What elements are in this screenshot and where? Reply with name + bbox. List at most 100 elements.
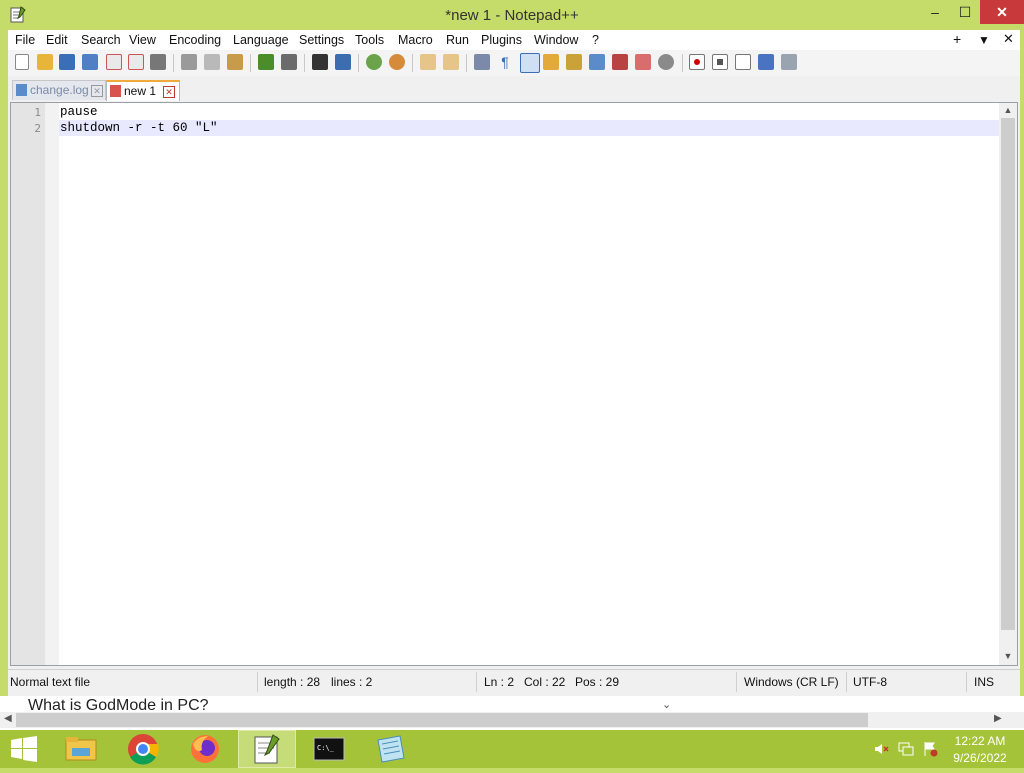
stop-recording-icon[interactable] [712,54,728,70]
tab-new-1[interactable]: new 1 ✕ [106,80,180,101]
menu-settings[interactable]: Settings [299,33,344,47]
undo-icon[interactable] [258,54,274,70]
horizontal-scroll-thumb[interactable] [16,713,868,727]
status-separator [257,672,258,692]
tab-list-dropdown-button[interactable]: ▼ [978,33,990,47]
toolbar-separator [412,54,413,72]
zoom-out-icon[interactable] [389,54,405,70]
playback-icon[interactable] [735,54,751,70]
toolbar-separator [358,54,359,72]
cut-icon[interactable] [181,54,197,70]
close-all-icon[interactable] [128,54,144,70]
scroll-right-arrow-icon[interactable]: ▶ [994,713,1002,724]
menu-view[interactable]: View [129,33,156,47]
tab-close-icon[interactable]: ✕ [91,85,103,97]
replace-icon[interactable] [335,54,351,70]
menu-encoding[interactable]: Encoding [169,33,221,47]
menu-run[interactable]: Run [446,33,469,47]
minimize-button[interactable]: – [920,0,950,24]
notepadpp-taskbar-icon[interactable] [238,730,296,768]
status-encoding[interactable]: UTF-8 [853,675,887,689]
menu-tools[interactable]: Tools [355,33,384,47]
run-macro-multiple-icon[interactable] [758,54,774,70]
chrome-icon[interactable] [114,730,172,768]
document-map-icon[interactable] [566,54,582,70]
status-column: Col : 22 [524,675,566,689]
user-defined-language-icon[interactable] [543,54,559,70]
maximize-button[interactable]: ☐ [950,0,980,24]
notepad-icon[interactable] [362,730,420,768]
toolbar-separator [682,54,683,72]
function-list-icon[interactable] [589,54,605,70]
monitoring-icon[interactable] [635,54,651,70]
new-file-icon[interactable] [15,54,29,70]
show-all-characters-icon[interactable]: ¶ [497,54,513,70]
menu-file[interactable]: File [15,33,35,47]
status-eol-format[interactable]: Windows (CR LF) [744,675,839,689]
editor-area[interactable] [10,102,1018,666]
redo-icon[interactable] [281,54,297,70]
vertical-scroll-thumb[interactable] [1001,118,1015,630]
save-macro-icon[interactable] [781,54,797,70]
sync-horizontal-scroll-icon[interactable] [443,54,459,70]
find-icon[interactable] [312,54,328,70]
taskbar-clock-date[interactable]: 9/26/2022 [948,751,1012,765]
status-separator [846,672,847,692]
menu-bar: File Edit Search View Encoding Language … [8,30,1020,50]
close-window-button[interactable]: ✕ [980,0,1024,24]
file-explorer-icon[interactable] [52,730,110,768]
toolbar: ¶ [8,50,1020,76]
indent-guide-icon[interactable] [520,53,540,73]
windows-start-icon[interactable] [10,736,38,762]
toolbar-separator [173,54,174,72]
tab-change-log[interactable]: change.log ✕ [12,80,106,100]
code-line-2[interactable]: shutdown -r -t 60 "L" [60,121,218,135]
line-number: 2 [34,122,41,135]
close-document-button[interactable]: ✕ [1003,31,1014,47]
action-center-flag-icon[interactable] [922,741,938,757]
command-prompt-icon[interactable]: C:\_ [300,730,358,768]
menu-language[interactable]: Language [233,33,289,47]
toolbar-separator [304,54,305,72]
menu-edit[interactable]: Edit [46,33,68,47]
sync-vertical-scroll-icon[interactable] [420,54,436,70]
start-recording-icon[interactable] [689,54,705,70]
record-macro-disabled-icon[interactable] [658,54,674,70]
scroll-up-arrow-icon[interactable]: ▲ [999,105,1017,115]
menu-plugins[interactable]: Plugins [481,33,522,47]
status-insert-mode[interactable]: INS [974,675,994,689]
tab-close-icon[interactable]: ✕ [163,86,175,98]
save-all-icon[interactable] [82,54,98,70]
menu-window[interactable]: Window [534,33,578,47]
status-file-type: Normal text file [10,675,91,689]
menu-help[interactable]: ? [592,33,599,47]
close-icon[interactable] [106,54,122,70]
network-icon[interactable] [898,741,914,757]
paste-icon[interactable] [227,54,243,70]
print-icon[interactable] [150,54,166,70]
folder-as-workspace-icon[interactable] [612,54,628,70]
menu-search[interactable]: Search [81,33,121,47]
svg-text:C:\_: C:\_ [317,744,335,752]
status-separator [736,672,737,692]
fold-margin[interactable] [45,103,59,665]
tab-bar: change.log ✕ new 1 ✕ [8,78,1020,101]
save-icon[interactable] [59,54,75,70]
new-tab-plus-button[interactable]: + [953,31,961,47]
status-lines: lines : 2 [331,675,373,689]
window-title: *new 1 - Notepad++ [445,7,579,24]
copy-icon[interactable] [204,54,220,70]
code-line-1[interactable]: pause [60,105,98,119]
saved-file-icon [16,84,27,96]
open-file-icon[interactable] [37,54,53,70]
word-wrap-icon[interactable] [474,54,490,70]
scroll-down-arrow-icon[interactable]: ▼ [999,651,1017,661]
scroll-left-arrow-icon[interactable]: ◀ [4,713,12,724]
menu-macro[interactable]: Macro [398,33,433,47]
chevron-down-icon[interactable]: ⌄ [662,698,671,711]
firefox-icon[interactable] [176,730,234,768]
volume-muted-icon[interactable] [873,741,889,757]
taskbar-clock-time[interactable]: 12:22 AM [950,734,1010,748]
line-number-margin[interactable]: 1 2 [11,103,45,665]
zoom-in-icon[interactable] [366,54,382,70]
